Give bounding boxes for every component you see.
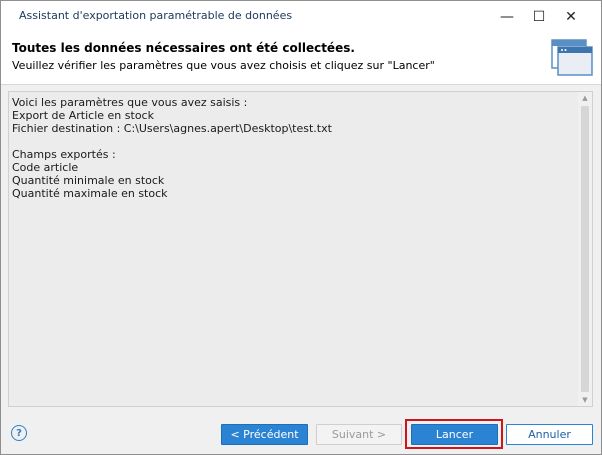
vertical-scrollbar[interactable]: ▲ ▼ (578, 92, 592, 406)
next-button: Suivant > (316, 424, 402, 445)
summary-line: Quantité maximale en stock (12, 187, 168, 200)
scroll-up-icon[interactable]: ▲ (578, 92, 592, 104)
wizard-window-icon (551, 39, 593, 76)
scroll-thumb[interactable] (581, 106, 589, 392)
minimize-button[interactable]: — (490, 1, 524, 32)
cancel-button[interactable]: Annuler (506, 424, 593, 445)
page-title: Toutes les données nécessaires ont été c… (12, 41, 355, 55)
summary-line: Voici les paramètres que vous avez saisi… (12, 96, 248, 109)
summary-text: Voici les paramètres que vous avez saisi… (12, 96, 332, 200)
summary-line (12, 135, 332, 148)
summary-line: Champs exportés : (12, 148, 116, 161)
summary-line: Fichier destination : C:\Users\agnes.ape… (12, 122, 332, 135)
previous-button[interactable]: < Précédent (221, 424, 308, 445)
scroll-down-icon[interactable]: ▼ (578, 394, 592, 406)
page-subtitle: Veuillez vérifier les paramètres que vou… (12, 59, 435, 72)
window-title: Assistant d'exportation paramétrable de … (19, 9, 293, 22)
maximize-button[interactable]: ☐ (522, 1, 556, 32)
summary-line: Export de Article en stock (12, 109, 154, 122)
summary-textarea[interactable]: Voici les paramètres que vous avez saisi… (8, 91, 593, 407)
launch-highlight-box (405, 419, 503, 449)
summary-line: Code article (12, 161, 79, 174)
title-bar: Assistant d'exportation paramétrable de … (1, 1, 601, 32)
summary-line: Quantité minimale en stock (12, 174, 165, 187)
export-wizard-window: Assistant d'exportation paramétrable de … (0, 0, 602, 455)
help-icon[interactable]: ? (11, 425, 27, 441)
wizard-header: Toutes les données nécessaires ont été c… (1, 32, 601, 85)
close-button[interactable]: ✕ (554, 1, 588, 32)
